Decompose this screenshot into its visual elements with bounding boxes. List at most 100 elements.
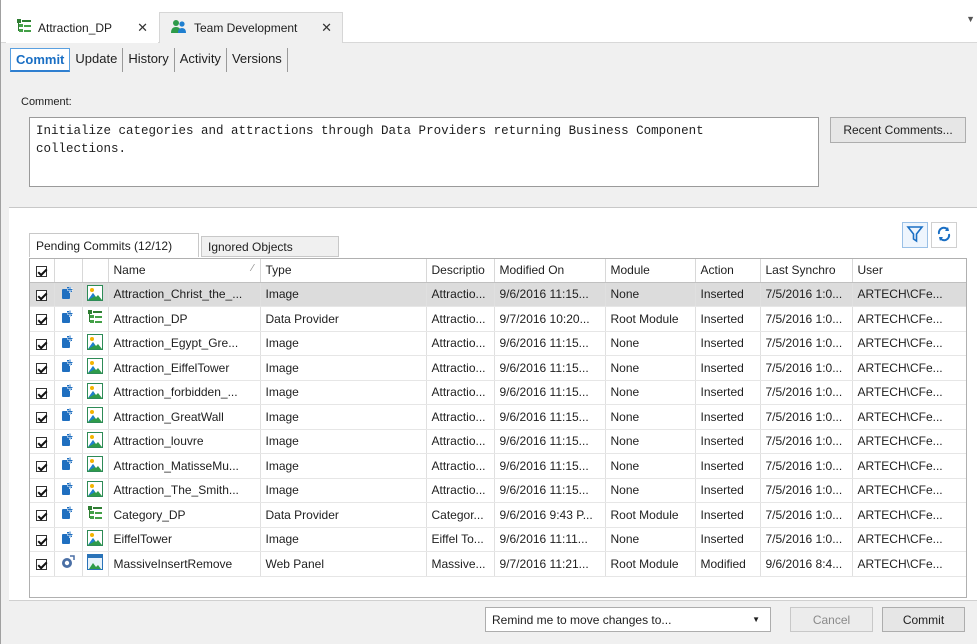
- tab-versions[interactable]: Versions: [227, 48, 288, 72]
- cell-user: ARTECH\CFe...: [852, 453, 966, 479]
- table-row[interactable]: Attraction_louvre Image Attractio... 9/6/20…: [30, 429, 966, 454]
- table-row[interactable]: EiffelTower Image Eiffel To... 9/6/2016 11:…: [30, 527, 966, 552]
- row-checkbox[interactable]: [30, 527, 55, 552]
- column-header-user[interactable]: User: [852, 259, 966, 283]
- tab-attraction-dp[interactable]: Attraction_DP ✕: [6, 12, 158, 43]
- row-checkbox[interactable]: [30, 282, 55, 307]
- row-checkbox[interactable]: [30, 551, 55, 577]
- row-checkbox[interactable]: [30, 380, 55, 405]
- cell-description: Attractio...: [426, 453, 495, 479]
- cell-action: Inserted: [695, 502, 761, 528]
- insert-status-icon: [54, 502, 83, 528]
- row-checkbox[interactable]: [30, 478, 55, 503]
- image-icon: [82, 282, 109, 307]
- table-row[interactable]: Attraction_MatisseMu... Image Attractio...…: [30, 453, 966, 479]
- tab-team-development[interactable]: Team Development ✕: [159, 12, 343, 43]
- tab-update[interactable]: Update: [70, 48, 124, 72]
- table-row[interactable]: Attraction_GreatWall Image Attractio... 9/6…: [30, 404, 966, 430]
- refresh-button[interactable]: [931, 222, 957, 248]
- image-icon: [82, 404, 109, 430]
- cell-action: Inserted: [695, 380, 761, 405]
- column-header-module[interactable]: Module: [605, 259, 696, 283]
- cell-module: Root Module: [605, 551, 696, 577]
- select-all-checkbox[interactable]: [30, 259, 55, 283]
- row-checkbox[interactable]: [30, 331, 55, 356]
- cell-name: Attraction_Christ_the_...: [108, 282, 261, 307]
- recent-comments-button[interactable]: Recent Comments...: [830, 117, 966, 143]
- cell-module: None: [605, 331, 696, 356]
- filter-icon: [906, 225, 924, 246]
- data-provider-icon: [16, 18, 32, 37]
- column-header-action[interactable]: Action: [695, 259, 761, 283]
- column-header-description[interactable]: Descriptio: [426, 259, 495, 283]
- cell-user: ARTECH\CFe...: [852, 429, 966, 454]
- column-header-last-synchro[interactable]: Last Synchro: [760, 259, 853, 283]
- cell-type: Data Provider: [260, 306, 427, 332]
- cell-modified-on: 9/6/2016 11:15...: [494, 331, 606, 356]
- cell-user: ARTECH\CFe...: [852, 478, 966, 503]
- cell-last-synchro: 7/5/2016 1:0...: [760, 404, 853, 430]
- cell-type: Image: [260, 453, 427, 479]
- table-row[interactable]: Attraction_Egypt_Gre... Image Attractio...…: [30, 331, 966, 356]
- row-checkbox[interactable]: [30, 502, 55, 528]
- cell-name: Attraction_GreatWall: [108, 404, 261, 430]
- insert-status-icon: [54, 331, 83, 356]
- tab-ignored-objects[interactable]: Ignored Objects: [201, 236, 339, 257]
- insert-status-icon: [54, 306, 83, 332]
- cell-modified-on: 9/6/2016 9:43 P...: [494, 502, 606, 528]
- commit-button[interactable]: Commit: [882, 607, 965, 632]
- cell-name: Attraction_louvre: [108, 429, 261, 454]
- table-row[interactable]: Attraction_forbidden_... Image Attractio..…: [30, 380, 966, 405]
- cancel-button[interactable]: Cancel: [790, 607, 873, 632]
- column-header-name[interactable]: Name ⁄: [108, 259, 261, 283]
- cell-name: Attraction_The_Smith...: [108, 478, 261, 503]
- tab-activity[interactable]: Activity: [175, 48, 227, 72]
- cell-user: ARTECH\CFe...: [852, 306, 966, 332]
- cell-last-synchro: 9/6/2016 8:4...: [760, 551, 853, 577]
- close-icon[interactable]: ✕: [321, 20, 332, 36]
- cell-type: Image: [260, 380, 427, 405]
- cell-name: Attraction_forbidden_...: [108, 380, 261, 405]
- row-checkbox[interactable]: [30, 355, 55, 381]
- cell-last-synchro: 7/5/2016 1:0...: [760, 502, 853, 528]
- cell-description: Eiffel To...: [426, 527, 495, 552]
- cell-modified-on: 9/6/2016 11:15...: [494, 355, 606, 381]
- cell-description: Massive...: [426, 551, 495, 577]
- cell-description: Categor...: [426, 502, 495, 528]
- table-row[interactable]: Category_DP Data Provider Categor... 9/6/20…: [30, 502, 966, 528]
- column-header-modified-on[interactable]: Modified On: [494, 259, 606, 283]
- tab-label: Attraction_DP: [38, 20, 113, 35]
- cell-module: Root Module: [605, 306, 696, 332]
- insert-status-icon: [54, 380, 83, 405]
- image-icon: [82, 478, 109, 503]
- table-row[interactable]: Attraction_DP Data Provider Attractio... 9/…: [30, 306, 966, 332]
- close-icon[interactable]: ✕: [137, 20, 148, 36]
- table-row[interactable]: Attraction_EiffelTower Image Attractio... 9…: [30, 355, 966, 381]
- table-row[interactable]: Attraction_Christ_the_... Image Attractio.…: [30, 282, 966, 307]
- table-row[interactable]: Attraction_The_Smith... Image Attractio...…: [30, 478, 966, 503]
- remind-dropdown[interactable]: Remind me to move changes to... ▼: [485, 607, 771, 632]
- row-checkbox[interactable]: [30, 453, 55, 479]
- pending-commits-grid: Name ⁄ Type Descriptio Modified On Module…: [29, 258, 967, 598]
- cell-type: Data Provider: [260, 502, 427, 528]
- cell-modified-on: 9/6/2016 11:15...: [494, 404, 606, 430]
- cell-last-synchro: 7/5/2016 1:0...: [760, 380, 853, 405]
- row-checkbox[interactable]: [30, 429, 55, 454]
- row-checkbox[interactable]: [30, 306, 55, 332]
- tab-pending-commits[interactable]: Pending Commits (12/12): [29, 233, 199, 257]
- table-row[interactable]: MassiveInsertRemove Web Panel Massive... 9/…: [30, 551, 966, 577]
- cell-module: None: [605, 429, 696, 454]
- cell-type: Image: [260, 355, 427, 381]
- cell-user: ARTECH\CFe...: [852, 355, 966, 381]
- insert-status-icon: [54, 404, 83, 430]
- tab-overflow-icon[interactable]: ▼: [966, 14, 975, 24]
- comment-textarea[interactable]: Initialize categories and attractions th…: [29, 117, 819, 187]
- cell-action: Inserted: [695, 527, 761, 552]
- filter-button[interactable]: [902, 222, 928, 248]
- row-checkbox[interactable]: [30, 404, 55, 430]
- column-header-type[interactable]: Type: [260, 259, 427, 283]
- cell-user: ARTECH\CFe...: [852, 527, 966, 552]
- tab-history[interactable]: History: [123, 48, 175, 72]
- tab-commit[interactable]: Commit: [10, 48, 71, 72]
- cell-description: Attractio...: [426, 404, 495, 430]
